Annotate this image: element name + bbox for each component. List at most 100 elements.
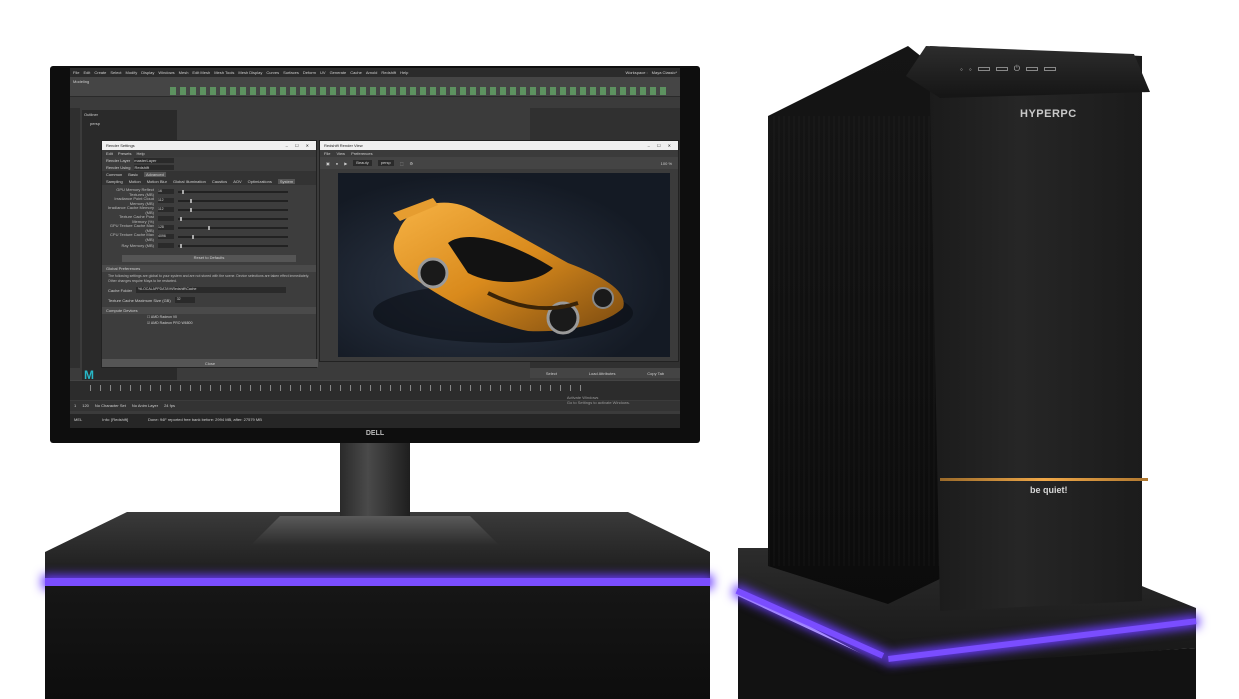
fps-select[interactable]: 24 fps xyxy=(164,403,175,409)
case-secondary-logo: be quiet! xyxy=(1030,485,1068,495)
usb-port-icon xyxy=(1044,67,1057,71)
menu-item[interactable]: File xyxy=(73,70,79,75)
device-name: AMD Radeon VII xyxy=(150,315,178,319)
subtab[interactable]: Caustics xyxy=(212,179,227,184)
menu-item[interactable]: Display xyxy=(141,70,154,75)
param-value[interactable] xyxy=(158,216,174,221)
menu-item[interactable]: File xyxy=(324,151,330,156)
window-controls[interactable]: – ☐ ✕ xyxy=(648,143,674,148)
crop-icon[interactable]: ⬚ xyxy=(400,161,404,166)
record-icon[interactable]: ● xyxy=(336,161,338,166)
param-value[interactable]: 4096 xyxy=(158,234,174,239)
menu-item[interactable]: UV xyxy=(320,70,326,75)
outliner-item-persp[interactable]: persp xyxy=(82,119,177,128)
subtab[interactable]: Motion Blur xyxy=(147,179,167,184)
mode-select[interactable]: Modeling xyxy=(73,79,89,84)
menu-item[interactable]: Deform xyxy=(303,70,316,75)
menu-item[interactable]: Mesh xyxy=(179,70,189,75)
render-settings-window: Render Settings – ☐ ✕ Edit Presets Help … xyxy=(101,140,318,368)
menu-item[interactable]: Help xyxy=(400,70,408,75)
power-button-icon[interactable]: ⏻ xyxy=(1014,64,1020,74)
param-label: CPU Texture Cache Max (MB) xyxy=(110,231,154,242)
camera-select[interactable]: persp xyxy=(377,160,394,166)
workspace-select[interactable]: Maya Classic* xyxy=(652,70,677,75)
menu-item[interactable]: Generate xyxy=(330,70,347,75)
left-pedestal-glow-strip xyxy=(45,578,710,586)
subtab[interactable]: AOV xyxy=(233,179,241,184)
shelf-icons[interactable] xyxy=(170,87,670,95)
menu-item[interactable]: Edit xyxy=(83,70,90,75)
menu-item[interactable]: Curves xyxy=(266,70,279,75)
param-slider[interactable] xyxy=(178,189,288,194)
maya-toolbox[interactable] xyxy=(70,108,80,368)
param-value[interactable] xyxy=(158,243,174,248)
param-slider[interactable] xyxy=(178,234,288,239)
menu-item[interactable]: Arnold xyxy=(366,70,378,75)
monitor-screen: File Edit Create Select Modify Display W… xyxy=(70,68,680,428)
menu-item[interactable]: Redshift xyxy=(381,70,396,75)
render-layer-select[interactable]: masterLayer xyxy=(134,158,175,163)
range-start[interactable]: 1 xyxy=(74,403,76,409)
param-slider[interactable] xyxy=(178,243,288,248)
subtab[interactable]: Motion xyxy=(129,179,141,184)
reset-to-defaults-button[interactable]: Reset to Defaults xyxy=(122,255,296,262)
param-slider[interactable] xyxy=(178,207,288,212)
menu-item[interactable]: Help xyxy=(136,151,144,156)
menu-item[interactable]: View xyxy=(336,151,345,156)
menu-item[interactable]: Presets xyxy=(118,151,132,156)
select-button[interactable]: Select xyxy=(546,371,557,376)
param-slider[interactable] xyxy=(178,216,288,221)
render-settings-titlebar[interactable]: Render Settings – ☐ ✕ xyxy=(102,141,316,150)
subtab[interactable]: Sampling xyxy=(106,179,123,184)
tab-common[interactable]: Common xyxy=(106,172,122,177)
param-value[interactable]: 128 xyxy=(158,225,174,230)
render-view-toolbar: ▣ ● ▶ Beauty persp ⬚ ⚙ 100 % xyxy=(320,157,678,169)
menu-item[interactable]: Create xyxy=(94,70,106,75)
subtab-system[interactable]: System xyxy=(277,179,296,184)
tab-advanced[interactable]: Advanced xyxy=(144,172,166,177)
param-value[interactable]: 112 xyxy=(158,198,174,203)
render-viewport[interactable] xyxy=(338,173,670,357)
menu-item[interactable]: Cache xyxy=(350,70,362,75)
menu-item[interactable]: Surfaces xyxy=(283,70,299,75)
tab-basic[interactable]: Basic xyxy=(128,172,138,177)
menu-item[interactable]: Edit xyxy=(106,151,113,156)
zoom-level[interactable]: 100 % xyxy=(661,161,672,166)
menu-item[interactable]: Select xyxy=(110,70,121,75)
subtab[interactable]: Optimizations xyxy=(248,179,272,184)
render-icon[interactable]: ▶ xyxy=(344,161,347,166)
render-view-titlebar[interactable]: Redshift Render View – ☐ ✕ xyxy=(320,141,678,150)
menu-item[interactable]: Windows xyxy=(158,70,174,75)
subtab[interactable]: Global Illumination xyxy=(173,179,206,184)
copy-tab-button[interactable]: Copy Tab xyxy=(647,371,664,376)
character-set[interactable]: No Character Set xyxy=(95,403,126,409)
render-layer-row: Render Layer masterLayer xyxy=(102,157,316,164)
case-accent-strip xyxy=(940,478,1148,481)
param-slider[interactable] xyxy=(178,225,288,230)
render-using-select[interactable]: Redshift xyxy=(134,165,175,170)
menu-item[interactable]: Edit Mesh xyxy=(192,70,210,75)
menu-item[interactable]: Mesh Display xyxy=(238,70,262,75)
menu-item[interactable]: Preferences xyxy=(351,151,373,156)
window-controls[interactable]: – ☐ ✕ xyxy=(286,143,312,148)
menu-item[interactable]: Modify xyxy=(126,70,138,75)
load-attributes-button[interactable]: Load Attributes xyxy=(589,371,616,376)
activate-line-2: Go to Settings to activate Windows. xyxy=(566,400,630,405)
menu-item[interactable]: Mesh Tools xyxy=(214,70,234,75)
compute-devices-header[interactable]: Compute Devices xyxy=(102,307,316,314)
global-preferences-header[interactable]: Global Preferences xyxy=(102,265,316,272)
anim-layer[interactable]: No Anim Layer xyxy=(132,403,158,409)
range-end[interactable]: 120 xyxy=(82,403,89,409)
texture-cache-field[interactable]: 32 xyxy=(174,297,195,303)
cache-folder-field[interactable]: %LOCALAPPDATA%\Redshift\Cache xyxy=(136,287,287,293)
left-pedestal-body xyxy=(45,586,710,699)
param-value[interactable]: 16 xyxy=(158,189,174,194)
aov-select[interactable]: Beauty xyxy=(353,160,372,166)
settings-icon[interactable]: ⚙ xyxy=(410,161,414,166)
param-value[interactable]: 112 xyxy=(158,207,174,212)
param-slider[interactable] xyxy=(178,198,288,203)
device-checkbox[interactable]: ☑ AMD Radeon PRO W6800 xyxy=(102,320,316,326)
close-button[interactable]: Close xyxy=(102,359,318,367)
render-using-label: Render Using xyxy=(106,165,131,170)
save-icon[interactable]: ▣ xyxy=(326,161,330,166)
